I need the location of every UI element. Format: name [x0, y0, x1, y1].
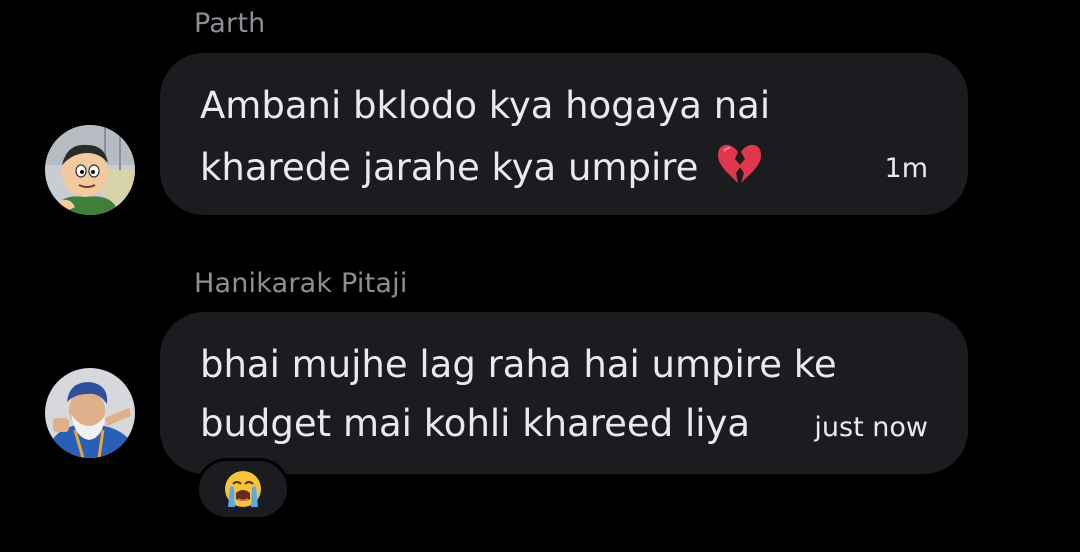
message-text-line: kharede jarahe kya umpire: [200, 142, 762, 197]
crying-face-emoji: [225, 471, 261, 507]
avatar[interactable]: [45, 368, 135, 458]
avatar-turbaned-man-image: [45, 368, 135, 458]
sender-name[interactable]: Hanikarak Pitaji: [194, 268, 408, 300]
broken-heart-emoji: [716, 142, 762, 197]
avatar[interactable]: [45, 125, 135, 215]
chat-thread: Parth Ambani bklodo kya hogaya nai khare…: [0, 0, 1080, 552]
avatar-cartoon-boy-image: [45, 125, 135, 215]
message-timestamp: 1m: [884, 153, 928, 184]
message-text: kharede jarahe kya umpire: [200, 146, 699, 189]
message-bubble[interactable]: bhai mujhe lag raha hai umpire ke budget…: [160, 312, 968, 474]
message-text-line: bhai mujhe lag raha hai umpire ke: [200, 343, 837, 386]
sender-name[interactable]: Parth: [194, 8, 265, 40]
message-text-line: budget mai kohli khareed liya: [200, 402, 751, 445]
message-bubble[interactable]: Ambani bklodo kya hogaya nai kharede jar…: [160, 53, 968, 215]
message-timestamp: just now: [814, 412, 928, 443]
message-reaction[interactable]: [196, 458, 290, 520]
message-text-line: Ambani bklodo kya hogaya nai: [200, 84, 771, 127]
